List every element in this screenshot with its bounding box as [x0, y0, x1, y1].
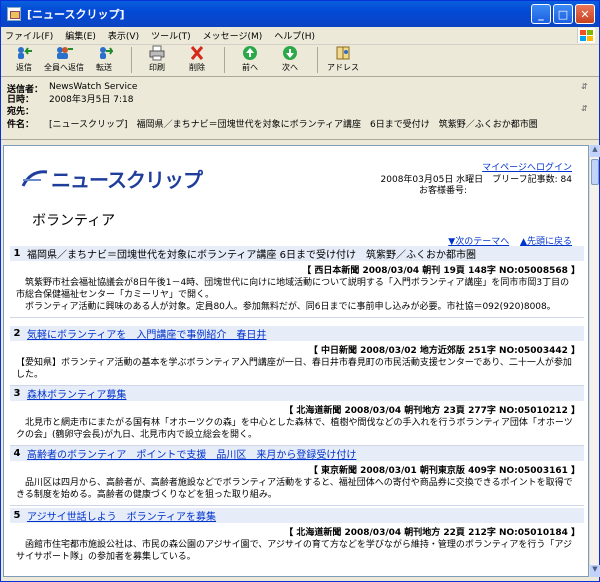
- reply-icon: [15, 45, 33, 61]
- article-source: 【 北海道新聞 2008/03/04 朝刊地方 23頁 277字 NO:0501…: [284, 406, 580, 416]
- vertical-scrollbar[interactable]: ▲ ▼: [589, 145, 600, 577]
- article-source: 【 北海道新聞 2008/03/04 朝刊地方 22頁 212字 NO:0501…: [284, 528, 580, 538]
- article-number: 5: [13, 510, 21, 521]
- menu-bar: ファイル(F) 編集(E) 表示(V) ツール(T) メッセージ(M) ヘルプ(…: [1, 27, 599, 45]
- date-value: 2008年3月5日 7:18: [49, 95, 134, 105]
- minimize-button[interactable]: _: [531, 4, 551, 24]
- toolbar-separator: [131, 47, 132, 73]
- article-title-link[interactable]: 気軽にボランティアを 入門講座で事例紹介 春日井: [27, 326, 266, 341]
- scroll-down-icon[interactable]: ▼: [590, 565, 600, 577]
- mail-window: [ニュースクリップ] _ □ ✕ ファイル(F) 編集(E) 表示(V) ツール…: [0, 0, 600, 582]
- logo-text: ニュースクリップ: [51, 168, 203, 192]
- delete-button[interactable]: 削除: [178, 45, 216, 75]
- collapse-icon[interactable]: ⇵: [581, 82, 591, 91]
- subject-value: [ニュースクリップ] 福岡県／まちナビ＝団塊世代を対象にボランティア講座 6日ま…: [49, 120, 538, 130]
- maximize-button[interactable]: □: [553, 4, 573, 24]
- article-body: 筑紫野市社会福祉協議会が8日午後1－4時、団塊世代に向けに地域活動について説明す…: [16, 278, 570, 312]
- article-item: 4 高齢者のボランティア ポイントで支援 品川区 来月から登録受け付け 【 東京新…: [10, 446, 584, 506]
- forward-button[interactable]: 転送: [85, 45, 123, 75]
- issue-dateline: 2008年03月05日 水曜日 ブリーフ記事数: 84: [380, 175, 572, 185]
- arrow-up-icon: [241, 45, 259, 61]
- arrow-down-icon: [281, 45, 299, 61]
- message-header: 送信者： NewsWatch Service ⇵ 日時： 2008年3月5日 7…: [1, 78, 599, 140]
- address-book-icon: [334, 45, 352, 61]
- scroll-thumb[interactable]: [591, 159, 599, 185]
- article-body: 【愛知県】ボランティア活動の基本を学ぶボランティア入門講座が一日、春日井市春見町…: [16, 358, 572, 380]
- toolbar-separator: [317, 47, 318, 73]
- print-button[interactable]: 印刷: [138, 45, 176, 75]
- article-item: 2 気軽にボランティアを 入門講座で事例紹介 春日井 【 中日新聞 2008/03…: [10, 326, 584, 386]
- close-button[interactable]: ✕: [575, 4, 595, 24]
- article-title: 福岡県／まちナビ＝団塊世代を対象にボランティア講座 6日まで受け付け 筑紫野／ふ…: [27, 250, 476, 261]
- windows-logo-icon: [577, 28, 595, 43]
- menu-tools[interactable]: ツール(T): [151, 29, 191, 42]
- toolbar-separator: [224, 47, 225, 73]
- article-source: 【 東京新聞 2008/03/01 朝刊東京版 409字 NO:05003161…: [308, 466, 580, 476]
- next-button[interactable]: 次へ: [271, 45, 309, 75]
- article-item: 5 アジサイ世話しよう ボランティアを募集 【 北海道新聞 2008/03/04 …: [10, 508, 584, 563]
- article-source: 【 西日本新聞 2008/03/04 朝刊 19頁 148字 NO:050085…: [302, 266, 580, 276]
- article-number: 4: [13, 448, 21, 459]
- customer-number: お客様番号:: [419, 186, 468, 196]
- address-book-button[interactable]: アドレス: [324, 45, 362, 75]
- menu-view[interactable]: 表示(V): [108, 29, 139, 42]
- section-title: ボランティア: [32, 213, 116, 229]
- to-label: 宛先：: [7, 107, 35, 117]
- subject-row: 件名： [ニュースクリップ] 福岡県／まちナビ＝団塊世代を対象にボランティア講座…: [7, 117, 538, 130]
- previous-button[interactable]: 前へ: [231, 45, 269, 75]
- article-title-link[interactable]: 森林ボランティア募集: [27, 386, 126, 401]
- article-title-link[interactable]: アジサイ世話しよう ボランティアを募集: [27, 508, 216, 523]
- to-row: 宛先：: [7, 104, 49, 117]
- menu-help[interactable]: ヘルプ(H): [274, 29, 315, 42]
- menu-edit[interactable]: 編集(E): [65, 29, 96, 42]
- article-item: 1 福岡県／まちナビ＝団塊世代を対象にボランティア講座 6日まで受け付け 筑紫野／…: [10, 246, 584, 318]
- title-bar: [ニュースクリップ] _ □ ✕: [1, 1, 599, 27]
- mail-icon: [7, 7, 21, 21]
- collapse-icon[interactable]: ⇵: [581, 104, 591, 113]
- forward-icon: [95, 45, 113, 61]
- menu-file[interactable]: ファイル(F): [5, 29, 53, 42]
- reply-all-button[interactable]: 全員へ返信: [44, 45, 84, 75]
- window-title: [ニュースクリップ]: [27, 8, 125, 21]
- article-title-link[interactable]: 高齢者のボランティア ポイントで支援 品川区 来月から登録受け付け: [27, 446, 356, 461]
- reply-button[interactable]: 返信: [5, 45, 43, 75]
- article-body: 品川区は四月から、高齢者が、高齢者施設などでボランティア活動をすると、福祉団体へ…: [16, 478, 573, 500]
- article-body: 北見市と網走市にまたがる国有林「オホーツクの森」を中心とした森林で、植樹や間伐な…: [16, 418, 573, 440]
- logo-swoosh-icon: [21, 168, 49, 190]
- article-number: 1: [13, 248, 21, 259]
- printer-icon: [148, 45, 166, 61]
- article-body: 函館市住宅都市施設公社は、市民の森公園のアジサイ園で、アジサイの育て方などを学び…: [16, 540, 573, 562]
- newsclip-logo: ニュースクリップ: [21, 164, 203, 193]
- message-body: ニュースクリップ マイページへログイン 2008年03月05日 水曜日 ブリーフ…: [3, 145, 589, 577]
- article-item: 3 森林ボランティア募集 【 北海道新聞 2008/03/04 朝刊地方 23頁 …: [10, 386, 584, 446]
- article-number: 3: [13, 388, 21, 399]
- toolbar: 返信 全員へ返信 転送 印刷 削除 前へ 次へ アドレス: [1, 45, 599, 77]
- subject-label: 件名：: [7, 120, 35, 130]
- article-source: 【 中日新聞 2008/03/02 地方近郊版 251字 NO:05003442…: [308, 346, 580, 356]
- scroll-up-icon[interactable]: ▲: [590, 145, 600, 157]
- reply-all-icon: [55, 45, 73, 61]
- delete-x-icon: [188, 45, 206, 61]
- menu-message[interactable]: メッセージ(M): [203, 29, 263, 42]
- article-number: 2: [13, 328, 21, 339]
